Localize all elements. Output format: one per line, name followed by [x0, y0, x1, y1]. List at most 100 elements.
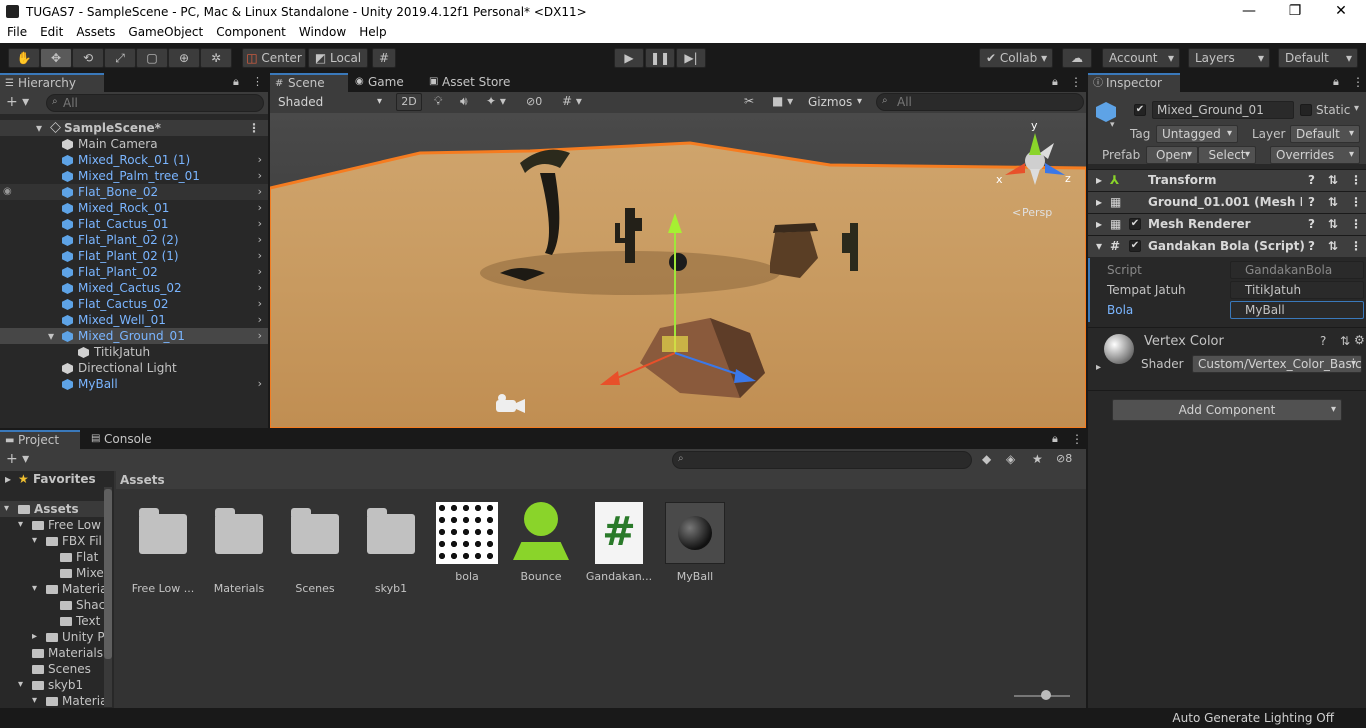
- folder-tree-item[interactable]: Materials: [0, 645, 104, 661]
- scale-tool-icon[interactable]: ⤢: [104, 48, 136, 68]
- collab-dropdown[interactable]: ✔ Collab ▾: [979, 48, 1053, 68]
- hierarchy-item[interactable]: Mixed_Palm_tree_01 ›: [0, 168, 268, 184]
- hierarchy-item[interactable]: TitikJatuh: [0, 344, 268, 360]
- grid-snap-icon[interactable]: #: [372, 48, 396, 68]
- foldout-arrow-icon[interactable]: ▸: [1096, 362, 1101, 373]
- hierarchy-item[interactable]: Directional Light: [0, 360, 268, 376]
- open-prefab-arrow-icon[interactable]: ›: [258, 248, 262, 264]
- preset-icon[interactable]: ⇅: [1328, 236, 1338, 257]
- active-checkbox[interactable]: ✔: [1134, 104, 1146, 116]
- help-icon[interactable]: ?: [1308, 236, 1315, 257]
- foldout-arrow-icon[interactable]: ▾: [32, 693, 37, 708]
- move-gizmo-plane[interactable]: [662, 336, 688, 352]
- hierarchy-item[interactable]: Flat_Plant_02 (2) ›: [0, 232, 268, 248]
- project-search-input[interactable]: [672, 451, 972, 469]
- help-icon[interactable]: ?: [1320, 334, 1326, 348]
- step-button[interactable]: ▶|: [676, 48, 706, 68]
- open-prefab-arrow-icon[interactable]: ›: [258, 200, 262, 216]
- hierarchy-item[interactable]: MyBall ›: [0, 376, 268, 392]
- camera-settings-icon[interactable]: ■ ▾: [772, 94, 793, 108]
- open-prefab-arrow-icon[interactable]: ›: [258, 232, 262, 248]
- mesh-renderer-enabled-checkbox[interactable]: ✔: [1129, 218, 1141, 230]
- menu-file[interactable]: File: [0, 24, 33, 39]
- settings-gear-icon[interactable]: ⚙: [1354, 333, 1365, 347]
- menu-gameobject[interactable]: GameObject: [121, 24, 209, 39]
- help-icon[interactable]: ?: [1308, 214, 1315, 235]
- asset-item[interactable]: Bounce: [506, 502, 576, 583]
- tab-hierarchy[interactable]: ☰ Hierarchy: [0, 73, 104, 92]
- preset-icon[interactable]: ⇅: [1340, 334, 1350, 348]
- open-prefab-arrow-icon[interactable]: ›: [258, 280, 262, 296]
- preset-icon[interactable]: ⇅: [1328, 192, 1338, 213]
- favorite-star-icon[interactable]: ★: [1032, 452, 1043, 466]
- move-tool-icon[interactable]: ✥: [40, 48, 72, 68]
- tab-asset-store[interactable]: ▣ Asset Store: [424, 73, 524, 92]
- transform-tool-icon[interactable]: ⊕: [168, 48, 200, 68]
- asset-item[interactable]: # Gandakan...: [584, 502, 654, 583]
- lock-icon[interactable]: 🔒︎: [233, 75, 239, 89]
- icon-dropdown-arrow[interactable]: ▾: [1110, 120, 1115, 130]
- tools-icon[interactable]: ✂: [744, 94, 754, 108]
- foldout-arrow-icon[interactable]: ▾: [32, 533, 37, 549]
- menu-assets[interactable]: Assets: [69, 24, 121, 39]
- script-component-header[interactable]: ▾ # ✔ Gandakan Bola (Script) ? ⇅ ⋮: [1088, 235, 1366, 257]
- open-prefab-arrow-icon[interactable]: ›: [258, 152, 262, 168]
- custom-tool-icon[interactable]: ✲: [200, 48, 232, 68]
- asset-item[interactable]: MyBall: [660, 502, 730, 583]
- zoom-slider-thumb[interactable]: [1041, 690, 1051, 700]
- ball[interactable]: [669, 253, 687, 271]
- scene-row[interactable]: ▾ SampleScene* ⋮: [0, 120, 268, 136]
- menu-edit[interactable]: Edit: [33, 24, 69, 39]
- open-prefab-arrow-icon[interactable]: ›: [258, 264, 262, 280]
- scene-menu-icon[interactable]: ⋮: [248, 120, 260, 136]
- layer-dropdown[interactable]: Default: [1290, 125, 1360, 143]
- static-dropdown-icon[interactable]: ▾: [1354, 103, 1359, 114]
- audio-icon[interactable]: 🔊︎: [460, 94, 468, 109]
- hierarchy-item[interactable]: Flat_Cactus_01 ›: [0, 216, 268, 232]
- add-component-button[interactable]: Add Component: [1112, 399, 1342, 421]
- prefab-overrides-dropdown[interactable]: Overrides: [1270, 146, 1360, 164]
- create-plus-icon[interactable]: + ▾: [6, 451, 29, 467]
- panel-menu-icon[interactable]: ⋮: [1071, 432, 1083, 446]
- tab-game[interactable]: ◉ Game: [350, 73, 420, 92]
- rect-tool-icon[interactable]: ▢: [136, 48, 168, 68]
- folder-tree-item[interactable]: ▾ Materia: [0, 581, 107, 597]
- maximize-button[interactable]: ❐: [1272, 0, 1318, 24]
- panel-menu-icon[interactable]: ⋮: [1352, 75, 1364, 89]
- tab-scene[interactable]: # Scene: [270, 73, 348, 92]
- open-prefab-arrow-icon[interactable]: ›: [258, 168, 262, 184]
- context-menu-icon[interactable]: ⋮: [1350, 170, 1362, 191]
- foldout-arrow-icon[interactable]: ▾: [4, 501, 9, 517]
- shader-dropdown[interactable]: Custom/Vertex_Color_Basic: [1192, 355, 1362, 373]
- hierarchy-item[interactable]: Mixed_Cactus_02 ›: [0, 280, 268, 296]
- preset-icon[interactable]: ⇅: [1328, 170, 1338, 191]
- lock-icon[interactable]: 🔒︎: [1333, 75, 1339, 89]
- status-text[interactable]: Auto Generate Lighting Off: [1172, 711, 1334, 725]
- shading-mode-dropdown[interactable]: Shaded: [272, 93, 388, 111]
- favorites-row[interactable]: ▸ ★ Favorites: [0, 471, 114, 487]
- help-icon[interactable]: ?: [1308, 170, 1315, 191]
- hierarchy-item[interactable]: Mixed_Rock_01 (1) ›: [0, 152, 268, 168]
- lock-icon[interactable]: 🔒︎: [1052, 432, 1058, 446]
- scene-search-input[interactable]: All: [876, 93, 1084, 111]
- asset-item[interactable]: Scenes: [280, 502, 350, 595]
- lighting-bulb-icon[interactable]: 💡︎: [434, 94, 442, 109]
- cloud-icon[interactable]: ☁: [1062, 48, 1092, 68]
- hierarchy-item[interactable]: Flat_Plant_02 ›: [0, 264, 268, 280]
- play-button[interactable]: ▶: [614, 48, 644, 68]
- open-prefab-arrow-icon[interactable]: ›: [258, 376, 262, 392]
- bola-field[interactable]: MyBall: [1230, 301, 1364, 319]
- folder-tree-item[interactable]: ▾ skyb1: [0, 677, 104, 693]
- asset-item[interactable]: bola: [432, 502, 502, 583]
- script-enabled-checkbox[interactable]: ✔: [1129, 240, 1141, 252]
- hierarchy-item[interactable]: ▾ Mixed_Ground_01 ›: [0, 328, 268, 344]
- hierarchy-item[interactable]: Mixed_Well_01 ›: [0, 312, 268, 328]
- pause-button[interactable]: ❚❚: [645, 48, 675, 68]
- transform-component-header[interactable]: ▸ ⅄ Transform ? ⇅ ⋮: [1088, 169, 1366, 191]
- scene-render[interactable]: y x z Persp <: [270, 113, 1086, 428]
- folder-tree-item[interactable]: ▾ Assets: [0, 501, 104, 517]
- tree-scrollbar-thumb[interactable]: [104, 489, 112, 659]
- menu-help[interactable]: Help: [352, 24, 392, 39]
- foldout-arrow-icon[interactable]: ▸: [32, 629, 37, 645]
- gizmos-dropdown[interactable]: Gizmos: [802, 93, 868, 111]
